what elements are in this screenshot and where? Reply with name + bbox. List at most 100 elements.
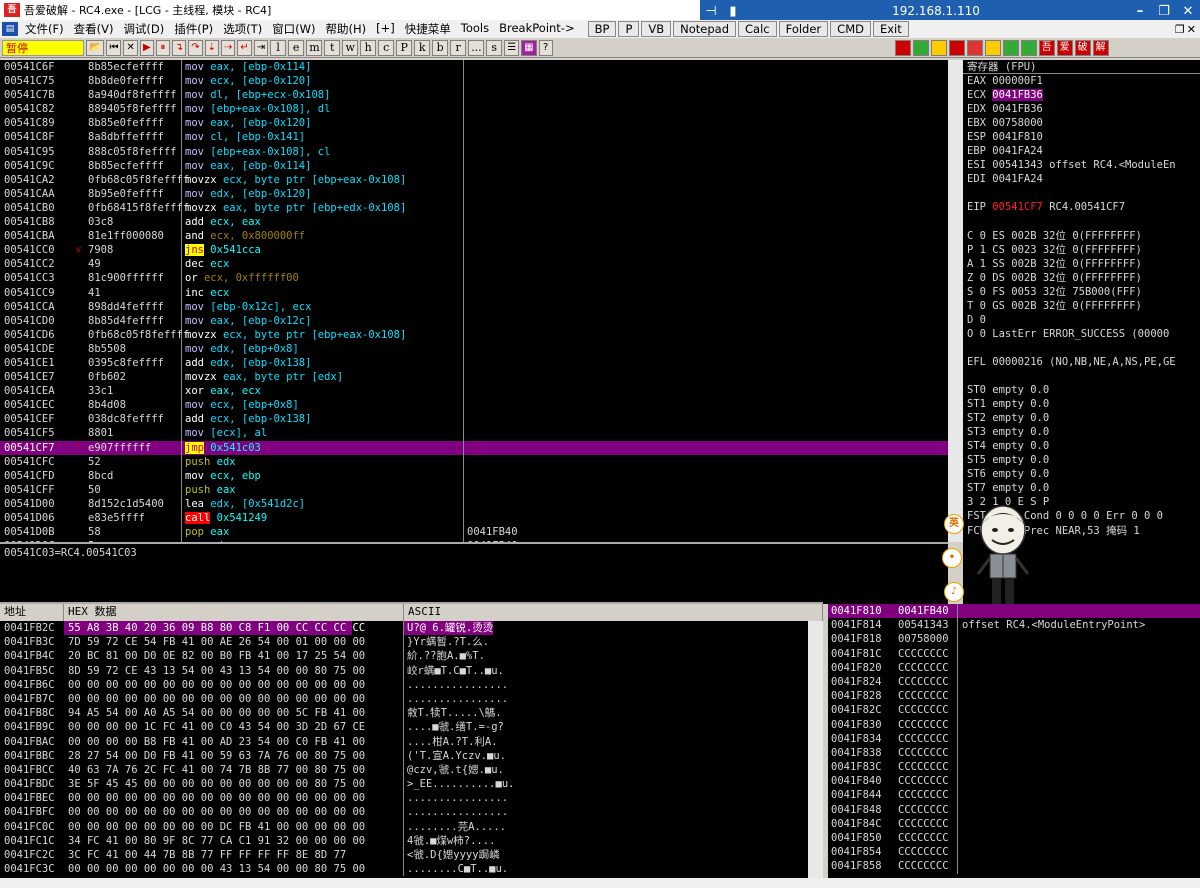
disasm-row[interactable]: 00541CD6 0fb68c05f8feffff movzx ecx, byte … bbox=[0, 327, 948, 342]
plugin-icon-12[interactable]: 解 bbox=[1092, 39, 1109, 56]
dump-header-hex[interactable]: HEX 数据 bbox=[64, 604, 404, 621]
disasm-row[interactable]: 00541CE7 0fb602 movzx eax, byte ptr [edx] bbox=[0, 370, 948, 385]
plugin-icon-11[interactable]: 破 bbox=[1074, 39, 1091, 56]
mascot-bubble-2[interactable]: • bbox=[942, 548, 962, 568]
stack-row[interactable]: 0041F850 CCCCCCCC bbox=[828, 831, 1200, 846]
stack-row[interactable]: 0041F848 CCCCCCCC bbox=[828, 802, 1200, 817]
menu-item[interactable]: 插件(P) bbox=[169, 21, 218, 37]
disasm-row[interactable]: 00541CF7 ^ e907ffffff jmp 0x541c03 bbox=[0, 440, 948, 455]
menu-button-exit[interactable]: Exit bbox=[872, 21, 909, 37]
disasm-row[interactable]: 00541CC9 41 inc ecx bbox=[0, 285, 948, 300]
register-line[interactable]: ESP 0041F810 bbox=[963, 130, 1200, 144]
stack-row[interactable]: 0041F840 CCCCCCCC bbox=[828, 774, 1200, 789]
register-line[interactable]: EDI 0041FA24 bbox=[963, 172, 1200, 186]
dump-row[interactable]: 0041FBDC 3E 5F 45 45 00 00 00 00 00 00 00… bbox=[0, 777, 823, 792]
plugin-icon-8[interactable] bbox=[1020, 39, 1037, 56]
disasm-row[interactable]: 00541C89 8b85e0feffff mov eax, [ebp-0x120] bbox=[0, 116, 948, 131]
trace-over-icon[interactable]: ⇢ bbox=[221, 39, 236, 56]
toolbar-window-button[interactable]: P bbox=[396, 39, 413, 56]
register-line[interactable]: Z 0 DS 002B 32位 0(FFFFFFFF) bbox=[963, 271, 1200, 285]
menu-button-bp[interactable]: BP bbox=[587, 21, 617, 37]
disasm-row[interactable]: 00541CF5 8801 mov [ecx], al bbox=[0, 426, 948, 441]
toolbar-window-button[interactable]: s bbox=[486, 39, 503, 56]
register-line[interactable]: EBP 0041FA24 bbox=[963, 144, 1200, 158]
menu-item[interactable]: 选项(T) bbox=[218, 21, 267, 37]
disasm-row[interactable]: 00541CB0 0fb68415f8feffff movzx eax, byte … bbox=[0, 200, 948, 216]
options-icon[interactable]: ☰ bbox=[504, 39, 520, 56]
disasm-row[interactable]: 00541CDE 8b5508 mov edx, [ebp+0x8] bbox=[0, 341, 948, 356]
plugin-icon-10[interactable]: 爱 bbox=[1056, 39, 1073, 56]
register-line[interactable]: A 1 SS 002B 32位 0(FFFFFFFF) bbox=[963, 257, 1200, 271]
stack-row[interactable]: 0041F82C CCCCCCCC bbox=[828, 703, 1200, 718]
stack-pane[interactable]: 0041F810 0041FB40 0041F814 00541343 offset R… bbox=[828, 604, 1200, 888]
stack-row[interactable]: 0041F854 CCCCCCCC bbox=[828, 845, 1200, 860]
plugin-icon-5[interactable] bbox=[966, 39, 983, 56]
menu-item[interactable]: 查看(V) bbox=[69, 21, 119, 37]
plugin-icon-3[interactable] bbox=[930, 39, 947, 56]
register-line[interactable]: ST5 empty 0.0 bbox=[963, 453, 1200, 467]
dump-row[interactable]: 0041FC2C 3C FC 41 00 44 7B 8B 77 FF FF FF… bbox=[0, 848, 823, 863]
restore-window-icon[interactable]: ❐ bbox=[1175, 23, 1185, 36]
menu-item[interactable]: [+] bbox=[371, 21, 400, 37]
register-line[interactable]: ECX 0041FB36 bbox=[963, 88, 1200, 102]
register-line[interactable]: EDX 0041FB36 bbox=[963, 102, 1200, 116]
register-line[interactable]: O 0 LastErr ERROR_SUCCESS (00000 bbox=[963, 327, 1200, 341]
disasm-row[interactable]: 00541D0B 58 pop eax 0041FB40 bbox=[0, 525, 948, 540]
register-line[interactable]: P 1 CS 0023 32位 0(FFFFFFFF) bbox=[963, 243, 1200, 257]
register-line[interactable]: ST3 empty 0.0 bbox=[963, 425, 1200, 439]
toolbar-window-button[interactable]: k bbox=[414, 39, 431, 56]
menu-button-cmd[interactable]: CMD bbox=[830, 21, 871, 37]
disasm-row[interactable]: 00541CC0 v 7908 jns 0x541cca bbox=[0, 243, 948, 258]
goto-icon[interactable]: ⇥ bbox=[253, 39, 269, 56]
dump-row[interactable]: 0041FC1C 34 FC 41 00 80 9F 8C 77 CA C1 91… bbox=[0, 833, 823, 848]
restart-icon[interactable]: ⏮ bbox=[106, 39, 122, 56]
stack-row[interactable]: 0041F858 CCCCCCCC bbox=[828, 859, 1200, 874]
plugin-icon-2[interactable] bbox=[912, 39, 929, 56]
disasm-row[interactable]: 00541CAA 8b95e0feffff mov edx, [ebp-0x120] bbox=[0, 186, 948, 201]
register-line[interactable] bbox=[963, 369, 1200, 383]
dump-scrollbar[interactable] bbox=[808, 621, 823, 881]
register-line[interactable]: ST2 empty 0.0 bbox=[963, 411, 1200, 425]
stack-row[interactable]: 0041F81C CCCCCCCC bbox=[828, 646, 1200, 661]
restore-button[interactable]: ❐ bbox=[1152, 4, 1176, 19]
disasm-row[interactable]: 00541CE1 0395c8feffff add edx, [ebp-0x138] bbox=[0, 355, 948, 371]
stack-row[interactable]: 0041F838 CCCCCCCC bbox=[828, 745, 1200, 761]
plugin-icon-9[interactable]: 吾 bbox=[1038, 39, 1055, 56]
toolbar-window-button[interactable]: e bbox=[288, 39, 305, 56]
disasm-row[interactable]: 00541CD0 8b85d4feffff mov eax, [ebp-0x12c] bbox=[0, 313, 948, 328]
stack-row[interactable]: 0041F824 CCCCCCCC bbox=[828, 674, 1200, 690]
toolbar-window-button[interactable]: t bbox=[324, 39, 341, 56]
toolbar-window-button[interactable]: ... bbox=[468, 39, 485, 56]
disasm-row[interactable]: 00541C75 8b8de0feffff mov ecx, [ebp-0x120] bbox=[0, 74, 948, 89]
stack-row[interactable]: 0041F834 CCCCCCCC bbox=[828, 731, 1200, 746]
mascot-bubble-1[interactable]: 英 bbox=[944, 514, 964, 534]
disasm-row[interactable]: 00541CB8 03c8 add ecx, eax bbox=[0, 215, 948, 230]
disasm-row[interactable]: 00541CEC 8b4d08 mov ecx, [ebp+0x8] bbox=[0, 398, 948, 413]
memory-dump-pane[interactable]: 地址 HEX 数据 ASCII 0041FB2C 55 A8 3B 40 20 3… bbox=[0, 604, 823, 888]
toolbar-window-button[interactable]: l bbox=[270, 39, 287, 56]
stack-row[interactable]: 0041F820 CCCCCCCC bbox=[828, 660, 1200, 675]
step-over-icon[interactable]: ↷ bbox=[188, 39, 203, 56]
disasm-row[interactable]: 00541CFD 8bcd mov ecx, ebp bbox=[0, 468, 948, 483]
toolbar-window-button[interactable]: m bbox=[306, 39, 323, 56]
dump-row[interactable]: 0041FBBC 28 27 54 00 D0 FB 41 00 59 63 7A… bbox=[0, 748, 823, 763]
menu-item[interactable]: BreakPoint-> bbox=[494, 21, 580, 37]
menu-button-p[interactable]: P bbox=[618, 21, 640, 37]
dump-row[interactable]: 0041FC3C 00 00 00 00 00 00 00 00 43 13 54… bbox=[0, 862, 823, 877]
plugin-icon-4[interactable] bbox=[948, 39, 965, 56]
dump-row[interactable]: 0041FC0C 00 00 00 00 00 00 00 00 DC FB 41… bbox=[0, 819, 823, 834]
dump-row[interactable]: 0041FB3C 7D 59 72 CE 54 FB 41 00 AE 26 54… bbox=[0, 635, 823, 650]
register-line[interactable]: ST6 empty 0.0 bbox=[963, 467, 1200, 481]
close-window-icon[interactable]: ✕ bbox=[1187, 23, 1196, 36]
execute-till-return-icon[interactable]: ↵ bbox=[237, 39, 252, 56]
plugin-icon-1[interactable] bbox=[894, 39, 911, 56]
menu-button-calc[interactable]: Calc bbox=[738, 21, 777, 37]
toolbar-window-button[interactable]: h bbox=[360, 39, 377, 56]
register-line[interactable] bbox=[963, 214, 1200, 228]
dump-header-address[interactable]: 地址 bbox=[0, 604, 64, 621]
dump-row[interactable]: 0041FBEC 00 00 00 00 00 00 00 00 00 00 00… bbox=[0, 791, 823, 806]
dump-row[interactable]: 0041FB6C 00 00 00 00 00 00 00 00 00 00 00… bbox=[0, 677, 823, 692]
dump-row[interactable]: 0041FBAC 00 00 00 00 B8 FB 41 00 AD 23 54… bbox=[0, 734, 823, 749]
dump-row[interactable]: 0041FB9C 00 00 00 00 1C FC 41 00 C0 43 54… bbox=[0, 720, 823, 735]
disasm-row[interactable]: 00541C6F 8b85ecfeffff mov eax, [ebp-0x114] bbox=[0, 60, 948, 75]
